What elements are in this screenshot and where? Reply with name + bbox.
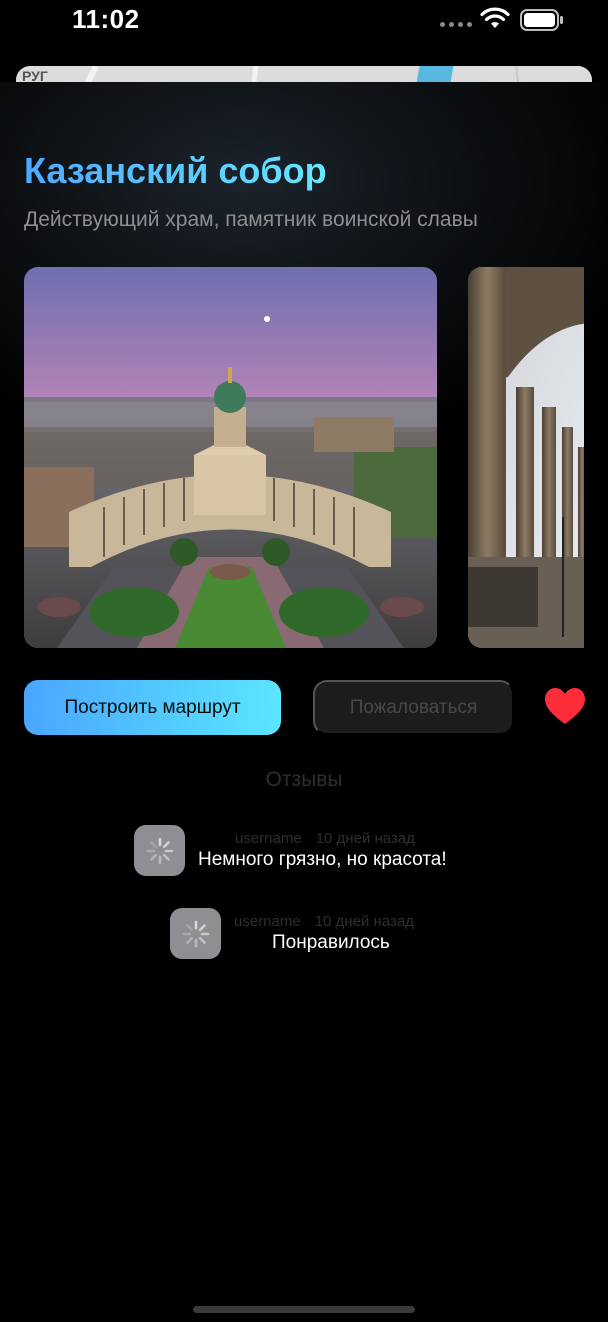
report-button[interactable]: Пожаловаться	[313, 680, 514, 735]
place-title: Казанский собор	[24, 150, 327, 191]
battery-icon	[520, 9, 563, 31]
build-route-button[interactable]: Построить маршрут	[24, 680, 281, 735]
review-meta: username 10 дней назад	[234, 913, 414, 930]
review-text: Понравилось	[272, 932, 390, 953]
review-username: username	[234, 913, 301, 930]
kazan-cathedral-colonnade-photo	[468, 267, 584, 648]
review-item: username 10 дней назад Понравилось	[170, 908, 414, 959]
review-item: username 10 дней назад Немного грязно, но…	[134, 825, 447, 876]
review-text: Немного грязно, но красота!	[198, 849, 447, 870]
review-meta: username 10 дней назад	[198, 830, 447, 847]
kazan-cathedral-aerial-photo	[24, 267, 437, 648]
cellular-signal-icon	[440, 22, 472, 27]
review-time: 10 дней назад	[314, 913, 414, 930]
place-subtitle: Действующий храм, памятник воинской слав…	[24, 208, 478, 231]
review-time: 10 дней назад	[315, 830, 415, 847]
gallery-photo[interactable]	[468, 267, 584, 648]
gallery-photo[interactable]	[24, 267, 437, 648]
heart-icon[interactable]	[543, 686, 587, 726]
home-indicator[interactable]	[193, 1306, 415, 1313]
avatar	[170, 908, 221, 959]
reviews-heading: Отзывы	[265, 768, 343, 791]
status-time: 11:02	[72, 4, 140, 34]
place-details-sheet: Казанский собор Действующий храм, памятн…	[0, 82, 608, 1322]
status-bar: 11:02	[0, 0, 608, 44]
avatar	[134, 825, 185, 876]
loading-spinner-icon	[146, 837, 173, 864]
review-username: username	[235, 830, 302, 847]
photo-gallery[interactable]	[24, 267, 584, 648]
loading-spinner-icon	[182, 920, 209, 947]
wifi-icon	[480, 7, 510, 28]
